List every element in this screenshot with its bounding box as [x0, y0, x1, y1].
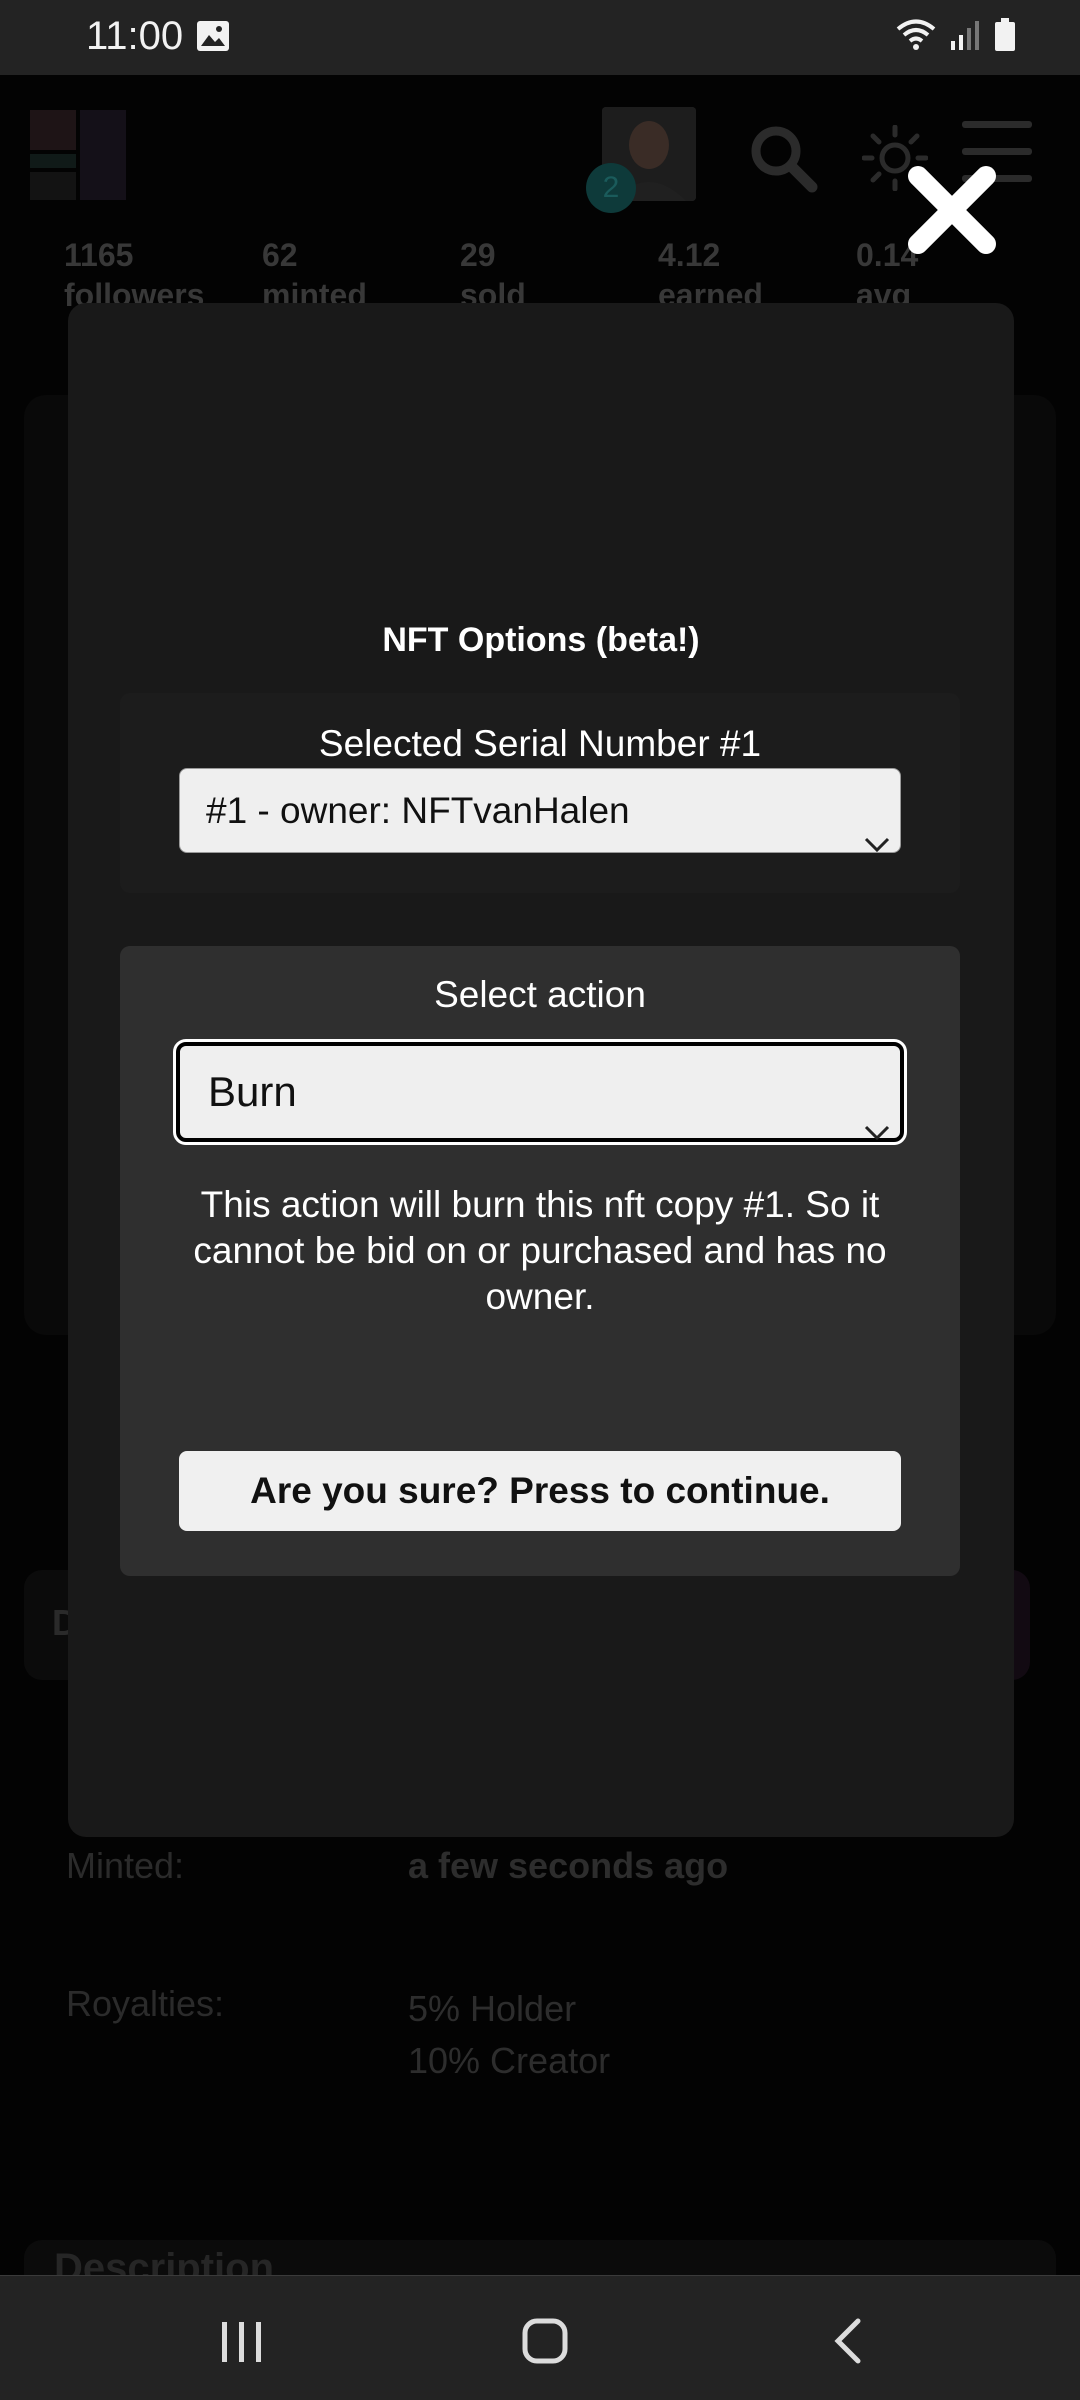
- royalties-creator: 10% Creator: [408, 2040, 611, 2081]
- chevron-down-icon: [864, 1081, 890, 1173]
- site-logo: [30, 110, 128, 200]
- screen: 11:00 2 1165 followers 62 minted 29 sold…: [0, 0, 1080, 2400]
- nft-options-modal: NFT Options (beta!) Selected Serial Numb…: [68, 303, 1014, 1837]
- close-icon[interactable]: [904, 162, 1000, 258]
- status-bar: 11:00: [0, 0, 1080, 75]
- battery-icon: [994, 18, 1016, 57]
- notification-badge: 2: [586, 163, 636, 213]
- status-time: 11:00: [86, 14, 184, 58]
- recents-icon[interactable]: [220, 2320, 264, 2369]
- serial-select[interactable]: #1 - owner: NFTvanHalen: [179, 768, 901, 853]
- status-icons: [896, 18, 1016, 57]
- minted-label: Minted:: [66, 1845, 185, 1886]
- royalties-value: 5% Holder 10% Creator: [408, 1983, 610, 2087]
- serial-label: Selected Serial Number #1: [318, 723, 762, 764]
- royalties-label: Royalties:: [66, 1983, 225, 2024]
- wifi-icon: [896, 18, 936, 57]
- serial-panel: Selected Serial Number #1 #1 - owner: NF…: [120, 693, 960, 893]
- search-icon[interactable]: [748, 123, 818, 198]
- royalties-holder: 5% Holder: [408, 1988, 577, 2029]
- continue-button[interactable]: Are you sure? Press to continue.: [179, 1451, 901, 1531]
- serial-select-value: #1 - owner: NFTvanHalen: [206, 790, 630, 831]
- action-label: Select action: [434, 974, 646, 1015]
- signal-icon: [950, 19, 980, 56]
- chevron-down-icon: [864, 799, 890, 882]
- home-icon[interactable]: [522, 2318, 568, 2369]
- action-panel: Select action Burn This action will burn…: [120, 946, 960, 1576]
- action-select[interactable]: Burn: [173, 1039, 907, 1145]
- action-select-value: Burn: [208, 1068, 297, 1115]
- gallery-icon: [196, 20, 230, 57]
- modal-title: NFT Options (beta!): [382, 621, 700, 659]
- navigation-bar: [0, 2275, 1080, 2400]
- action-description: This action will burn this nft copy #1. …: [193, 1184, 887, 1317]
- back-icon[interactable]: [826, 2318, 870, 2369]
- minted-value: a few seconds ago: [408, 1845, 729, 1886]
